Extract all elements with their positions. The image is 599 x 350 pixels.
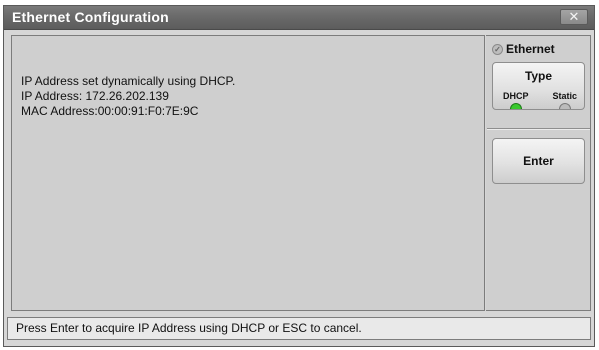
static-option-label: Static: [552, 91, 577, 101]
dhcp-indicator-icon: [510, 103, 522, 109]
side-panel: ✓ Ethernet Type DHCP Static Enter: [486, 35, 591, 311]
close-icon: ✕: [568, 9, 580, 24]
mac-address-text: MAC Address:00:00:91:F0:7E:9C: [21, 104, 199, 118]
dhcp-option-label: DHCP: [503, 91, 529, 101]
side-divider: [487, 128, 590, 129]
static-indicator-icon: [559, 103, 571, 109]
status-bar: Press Enter to acquire IP Address using …: [7, 317, 591, 340]
ethernet-config-dialog: Ethernet Configuration ✕ IP Address set …: [3, 5, 595, 347]
dhcp-status-text: IP Address set dynamically using DHCP.: [21, 74, 236, 88]
dialog-title: Ethernet Configuration: [12, 9, 169, 25]
ip-address-text: IP Address: 172.26.202.139: [21, 89, 169, 103]
enter-button[interactable]: Enter: [492, 138, 585, 184]
close-button[interactable]: ✕: [560, 9, 588, 25]
title-bar: Ethernet Configuration ✕: [4, 6, 594, 30]
type-button-label: Type: [524, 69, 553, 83]
ethernet-label: Ethernet: [506, 42, 555, 56]
ethernet-toggle[interactable]: ✓ Ethernet: [492, 42, 555, 56]
info-panel: IP Address set dynamically using DHCP. I…: [11, 35, 485, 311]
network-info: IP Address set dynamically using DHCP. I…: [21, 74, 235, 119]
ethernet-status-icon: ✓: [492, 43, 503, 55]
type-button[interactable]: Type DHCP Static: [492, 62, 585, 110]
